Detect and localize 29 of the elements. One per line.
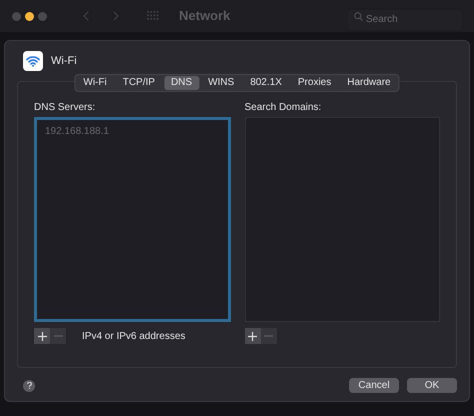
grid-icon[interactable] [147,11,159,21]
search-icon [354,12,363,20]
dns-servers-label: DNS Servers: [34,101,96,115]
forward-icon[interactable] [113,11,119,21]
plus-icon [248,332,257,340]
search-domains-label: Search Domains: [244,101,322,115]
tab[interactable]: Hardware [340,76,398,90]
tab[interactable]: WINS [201,76,242,90]
service-name: Wi-Fi [51,54,77,69]
tab[interactable]: Proxies [290,76,338,90]
add-button[interactable] [34,328,50,344]
dialog-button[interactable]: Cancel [349,378,399,393]
window-control[interactable] [25,12,34,20]
question-mark-icon [26,382,32,389]
help-button[interactable] [23,380,35,392]
dialog-button[interactable]: OK [407,378,457,393]
tab[interactable]: DNS [164,76,200,90]
add-button[interactable] [244,328,260,344]
window-title: Network [179,7,230,26]
search-field[interactable]: Search [348,10,462,30]
address-hint: IPv4 or IPv6 addresses [82,330,186,344]
back-icon[interactable] [83,11,89,21]
plus-icon [38,332,46,340]
tab[interactable]: 802.1X [243,76,289,90]
minus-icon [54,335,62,337]
tab[interactable]: Wi-Fi [76,76,114,90]
minus-icon [264,335,273,337]
tab[interactable]: TCP/IP [116,76,162,90]
wifi-icon [23,51,43,71]
